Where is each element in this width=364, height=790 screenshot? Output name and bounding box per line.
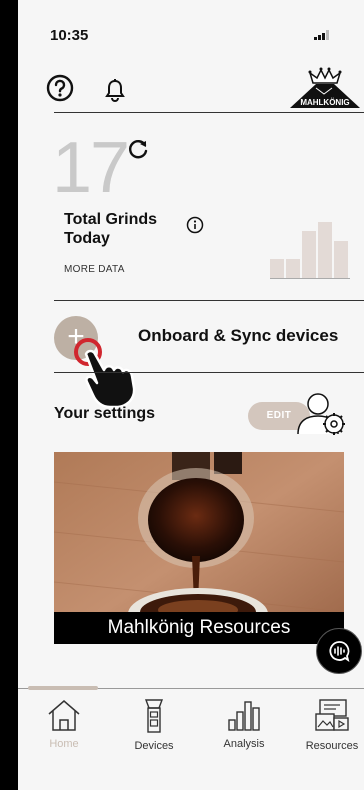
mini-chart-bar	[334, 241, 348, 278]
resources-icon	[315, 699, 349, 731]
tab-analysis[interactable]: Analysis	[206, 698, 282, 750]
more-data-link[interactable]: MORE DATA	[64, 264, 125, 275]
mini-bar-chart	[270, 220, 350, 279]
mini-chart-bar	[318, 222, 332, 278]
mahlkonig-logo: MAHLKÖNIG	[290, 67, 360, 108]
chat-icon	[329, 641, 350, 663]
total-grinds-count: 17	[52, 128, 130, 208]
help-icon[interactable]	[46, 74, 74, 102]
mini-chart-bar	[302, 231, 316, 278]
tab-resources[interactable]: Resources	[294, 698, 364, 752]
chat-button[interactable]	[316, 628, 362, 674]
tab-label: Resources	[305, 740, 359, 752]
resources-card[interactable]: Mahlkönig Resources	[54, 452, 344, 644]
analysis-icon	[228, 701, 260, 731]
header-divider	[54, 112, 364, 113]
tab-home[interactable]: Home	[26, 698, 102, 750]
tab-devices[interactable]: Devices	[116, 698, 192, 752]
total-grinds-label: Total Grinds Today	[64, 211, 158, 247]
section-divider	[54, 372, 364, 373]
mini-chart-bar	[286, 259, 300, 278]
signal-icon	[314, 30, 330, 40]
app-screen: 10:35 MAHLKÖNIG 17 Total Grinds Today MO…	[18, 0, 364, 790]
user-settings-icon[interactable]	[294, 390, 346, 438]
tab-label: Home	[49, 738, 79, 750]
settings-title: Your settings	[54, 405, 156, 422]
onboard-sync-label[interactable]: Onboard & Sync devices	[138, 326, 338, 346]
bell-icon[interactable]	[104, 78, 126, 102]
active-tab-indicator	[28, 686, 98, 690]
info-icon[interactable]	[186, 216, 204, 234]
home-icon	[48, 700, 80, 731]
svg-text:MAHLKÖNIG: MAHLKÖNIG	[300, 98, 349, 107]
mini-chart-bar	[270, 259, 284, 278]
tab-label: Analysis	[223, 738, 265, 750]
status-time: 10:35	[50, 27, 89, 44]
grinder-icon	[144, 699, 164, 733]
refresh-icon[interactable]	[128, 138, 150, 160]
tab-label: Devices	[134, 740, 174, 752]
section-divider	[54, 300, 364, 301]
resources-caption: Mahlkönig Resources	[54, 612, 344, 644]
mini-chart-baseline	[270, 278, 350, 279]
